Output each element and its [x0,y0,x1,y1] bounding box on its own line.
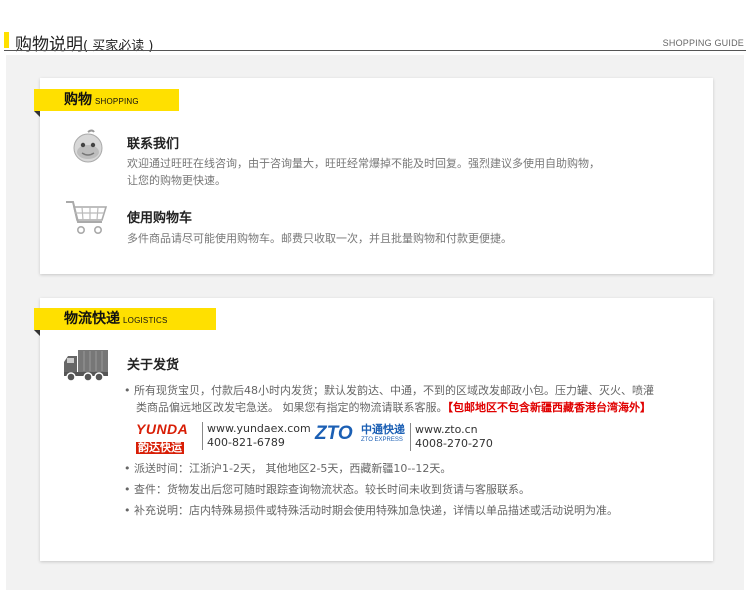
wangwang-icon [70,128,106,168]
yunda-logo-bottom: 韵达快运 [136,441,184,454]
logistics-tag: 物流快递 LOGISTICS [34,308,216,330]
supplementary-bullet: • 补充说明：店内特殊易损件或特殊活动时期会使用特殊加急快递，详情以单品描述或活… [124,504,618,517]
page-title: 购物说明( 买家必读 ) [15,30,153,55]
logistics-card: 物流快递 LOGISTICS 关于发货 • 所有现货宝贝，付款后48小时内发货；默… [34,298,713,561]
use-cart-title: 使用购物车 [127,211,193,226]
delivery-time-bullet: • 派送时间：江浙沪1-2天， 其他地区2-5天，西藏新疆10--12天。 [124,462,452,475]
yunda-logo-top: YUNDA [136,421,189,437]
shipping-bullet-1-line1: • 所有现货宝贝，付款后48小时内发货；默认发韵达、中通，不到的区域改发邮政小包… [124,384,654,397]
shopping-cart-icon [64,198,110,242]
zto-phone: 4008-270-270 [415,437,493,450]
shipping-title: 关于发货 [127,358,180,373]
free-shipping-exclusion-note: 【包邮地区不包含新疆西藏香港台湾海外】 [447,401,652,414]
header-accent-bar [4,32,9,48]
shopping-card: 购物 SHOPPING 联系我们 欢迎通过旺旺在线咨询，由于咨询量大，旺旺经常爆掉… [34,78,713,274]
use-cart-text: 多件商品请尽可能使用购物车。邮费只收取一次，并且批量购物和付款更便捷。 [127,232,512,245]
logistics-tag-en: LOGISTICS [123,316,168,325]
shopping-tag-en: SHOPPING [95,97,139,106]
shopping-tag-cn: 购物 [64,92,92,108]
zto-logo-en: ZTO EXPRESS [361,437,403,443]
shipping-bullet-1-text: 类商品偏远地区改发宅急送。 如果您有指定的物流请联系客服。 [136,401,448,414]
yunda-phone: 400-821-6789 [207,436,285,449]
page-subtitle: ( 买家必读 ) [83,39,154,54]
tag-fold [34,330,40,336]
contact-us-text-line1: 欢迎通过旺旺在线咨询，由于咨询量大，旺旺经常爆掉不能及时回复。强烈建议多使用自助… [127,157,600,170]
yunda-contact: www.yundaex.com 400-821-6789 [202,422,311,450]
zto-contact: www.zto.cn 4008-270-270 [410,423,493,451]
shopping-tag: 购物 SHOPPING [34,89,179,111]
shopping-guide-label: SHOPPING GUIDE [662,38,744,48]
shipping-bullet-1-line2: 类商品偏远地区改发宅急送。 如果您有指定的物流请联系客服。【包邮地区不包含新疆西… [136,399,651,416]
contact-us-text-line2: 让您的购物更快速。 [127,174,226,187]
zto-logo-cn: 中通快递 [361,423,405,436]
yunda-url: www.yundaex.com [207,422,311,435]
tag-fold [34,111,40,117]
zto-logo-mark: ZTO [315,423,353,444]
delivery-truck-icon [62,348,110,388]
page-title-text: 购物说明 [15,35,83,55]
courier-yunda: YUNDA 韵达快运 www.yundaex.com 400-821-6789 [136,421,311,455]
logistics-tag-cn: 物流快递 [64,311,120,327]
page-header: 购物说明( 买家必读 ) SHOPPING GUIDE [0,0,750,55]
header-divider [4,50,746,51]
contact-us-title: 联系我们 [127,137,180,152]
tracking-bullet: • 查件：货物发出后您可随时跟踪查询物流状态。较长时间未收到货请与客服联系。 [124,483,530,496]
zto-url: www.zto.cn [415,423,478,436]
